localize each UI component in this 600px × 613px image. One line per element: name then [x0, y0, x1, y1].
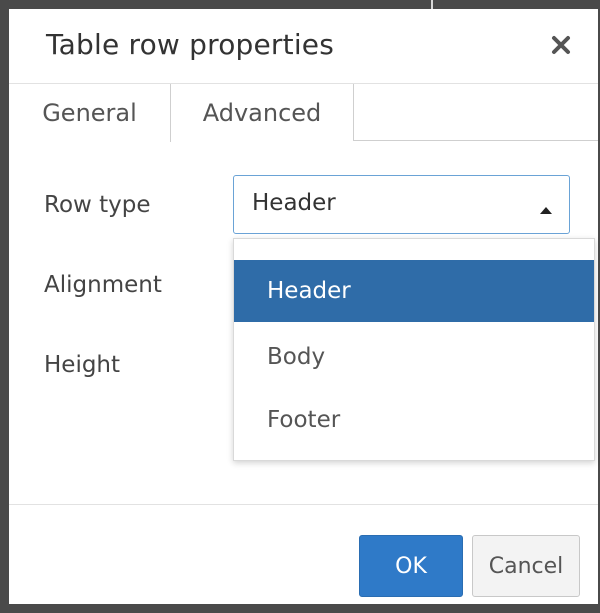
tab-general[interactable]: General	[9, 84, 171, 142]
dialog-header: Table row properties	[9, 9, 598, 84]
cancel-button[interactable]: Cancel	[472, 535, 580, 597]
background-strip	[0, 0, 600, 9]
option-header[interactable]: Header	[234, 260, 594, 322]
tab-advanced[interactable]: Advanced	[171, 84, 354, 141]
tab-bar: General Advanced	[9, 84, 598, 142]
row-type-dropdown: Header Body Footer	[233, 238, 595, 461]
row-type-select[interactable]: Header	[233, 175, 570, 234]
table-row-properties-dialog: Table row properties General Advanced Ro…	[9, 9, 598, 604]
dialog-title: Table row properties	[46, 28, 335, 61]
row-type-label: Row type	[44, 192, 151, 218]
ok-button[interactable]: OK	[359, 535, 463, 597]
height-label: Height	[44, 352, 121, 378]
option-footer[interactable]: Footer	[234, 389, 594, 451]
caret-up-icon	[539, 200, 553, 214]
tab-bar-filler	[354, 84, 598, 140]
close-icon[interactable]	[549, 33, 573, 57]
row-type-select-value: Header	[252, 190, 336, 216]
background-divider	[431, 0, 433, 9]
option-body[interactable]: Body	[234, 326, 594, 388]
alignment-label: Alignment	[44, 272, 162, 298]
dialog-footer: OK Cancel	[9, 504, 598, 604]
